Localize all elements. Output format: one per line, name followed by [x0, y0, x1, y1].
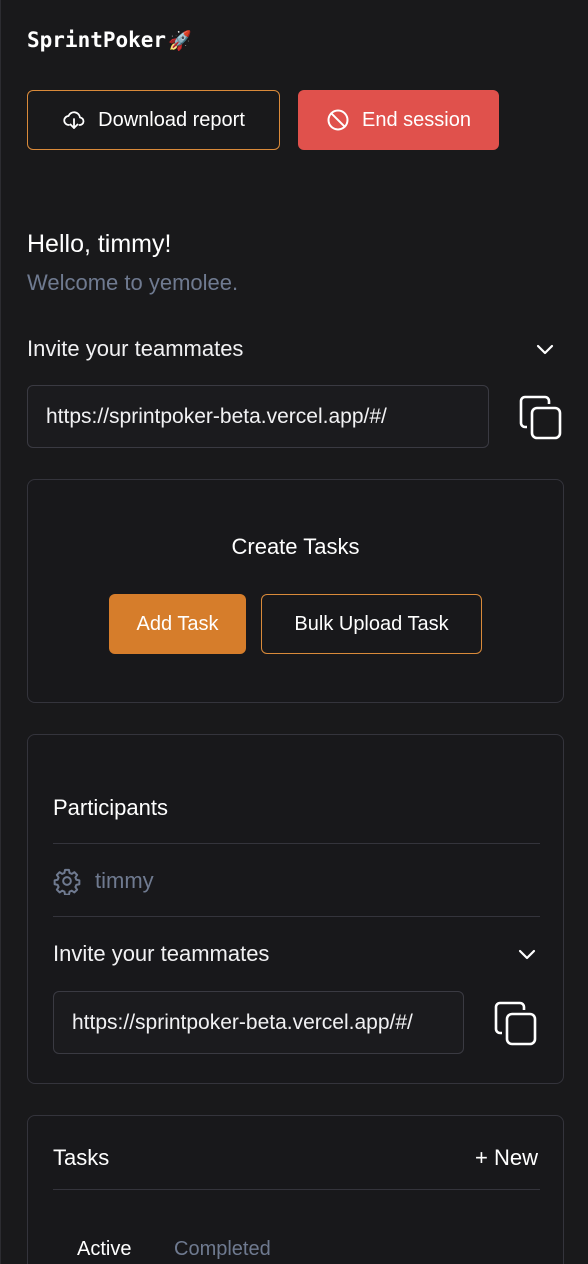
- add-task-button[interactable]: Add Task: [109, 594, 246, 654]
- create-tasks-title: Create Tasks: [231, 534, 360, 559]
- cloud-download-icon: [63, 111, 85, 129]
- divider: [53, 843, 540, 844]
- copy-icon[interactable]: [519, 395, 563, 441]
- tab-active[interactable]: Active: [77, 1238, 131, 1261]
- app-logo[interactable]: SprintPoker 🚀: [27, 28, 192, 52]
- tab-completed[interactable]: Completed: [174, 1238, 271, 1261]
- add-task-label: Add Task: [136, 612, 219, 635]
- bulk-upload-task-button[interactable]: Bulk Upload Task: [261, 594, 482, 654]
- invite-toggle[interactable]: Invite your teammates: [27, 333, 561, 365]
- page: SprintPoker 🚀 Download report End sessio…: [0, 0, 588, 1264]
- welcome-text: Welcome to yemolee.: [27, 270, 239, 295]
- download-report-label: Download report: [98, 108, 245, 131]
- participants-invite-label: Invite your teammates: [53, 941, 270, 966]
- download-report-button[interactable]: Download report: [27, 90, 280, 150]
- participant-name: timmy: [95, 868, 154, 893]
- divider: [53, 1189, 540, 1190]
- invite-label: Invite your teammates: [27, 336, 244, 361]
- end-session-label: End session: [362, 108, 471, 131]
- participants-title: Participants: [53, 795, 168, 820]
- greeting-heading: Hello, timmy!: [27, 230, 172, 258]
- create-tasks-card: Create Tasks Add Task Bulk Upload Task: [27, 479, 564, 703]
- rocket-icon: 🚀: [168, 29, 192, 52]
- participants-invite-toggle[interactable]: Invite your teammates: [53, 938, 541, 970]
- participants-invite-url-input[interactable]: [53, 991, 464, 1054]
- divider: [53, 916, 540, 917]
- chevron-down-icon: [536, 344, 554, 355]
- invite-url-input[interactable]: [27, 385, 489, 448]
- tasks-title: Tasks: [53, 1145, 110, 1170]
- chevron-down-icon: [518, 949, 536, 960]
- gear-icon[interactable]: [53, 867, 81, 895]
- tasks-card: Tasks + New Active Completed: [27, 1115, 564, 1264]
- participants-card: Participants timmy Invite your teammates: [27, 734, 564, 1084]
- participant-item: timmy: [53, 867, 154, 895]
- new-task-button[interactable]: + New: [475, 1145, 538, 1171]
- app-title: SprintPoker: [27, 28, 167, 52]
- ban-icon: [327, 109, 349, 131]
- end-session-button[interactable]: End session: [298, 90, 499, 150]
- copy-icon[interactable]: [494, 1001, 538, 1047]
- bulk-upload-label: Bulk Upload Task: [294, 612, 449, 635]
